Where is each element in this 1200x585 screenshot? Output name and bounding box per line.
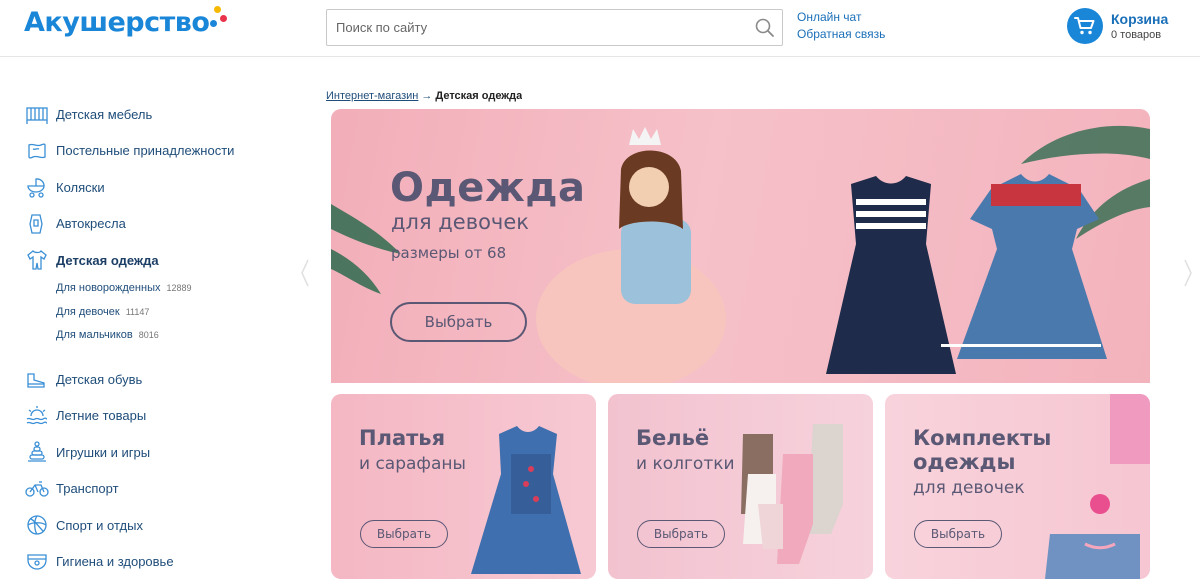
search-icon[interactable] [753, 16, 777, 40]
subcategory-label: Для девочек [56, 305, 120, 318]
card-title: Платья и сарафаны [359, 426, 466, 477]
card-title-text: Бельё [636, 426, 710, 450]
hero-banner[interactable]: Одежда для девочек размеры от 68 Выбрать [331, 109, 1150, 383]
summer-icon [24, 403, 50, 429]
sidebar-item-label: Транспорт [56, 481, 119, 497]
sidebar-item-transport[interactable]: Транспорт [24, 471, 294, 508]
sidebar-item-label: Коляски [56, 179, 105, 195]
slider-prev-arrow-icon[interactable] [300, 258, 310, 288]
hero-subtitle: для девочек [391, 210, 529, 234]
hero-sizes: размеры от 68 [391, 244, 507, 262]
card-choose-button[interactable]: Выбрать [637, 520, 725, 548]
sidebar-item-strollers[interactable]: Коляски [24, 169, 294, 206]
crib-icon [24, 101, 50, 127]
subcategory-count: 11147 [125, 306, 150, 317]
stroller-icon [24, 174, 50, 200]
sidebar-item-label: Детская одежда [56, 252, 159, 268]
sidebar-item-label: Игрушки и игры [56, 444, 151, 460]
subcategory-newborns[interactable]: Для новорожденных 12889 [56, 277, 294, 301]
bedding-icon [24, 138, 50, 164]
sidebar-item-label: Гигиена и здоровье [56, 554, 174, 570]
dress-illustration [471, 426, 581, 574]
diaper-icon [24, 549, 50, 575]
sidebar-item-label: Автокресла [56, 216, 126, 232]
category-sidebar: Детская мебель Постельные принадлежности… [24, 96, 294, 580]
card-title: Бельё и колготки [636, 426, 735, 477]
logo-text: Акушерство [24, 7, 210, 38]
breadcrumb: Интернет-магазин → Детская одежда [326, 90, 522, 102]
sidebar-item-label: Спорт и отдых [56, 517, 143, 533]
subcategory-label: Для мальчиков [56, 329, 133, 342]
bicycle-icon [24, 476, 50, 502]
subcategory-list: Для новорожденных 12889 Для девочек 1114… [24, 277, 294, 348]
card-choose-button[interactable]: Выбрать [914, 520, 1002, 548]
header-links: Онлайн чат Обратная связь [797, 9, 885, 43]
sidebar-item-label: Детская обувь [56, 371, 143, 387]
card-subtitle: для девочек [913, 478, 1025, 498]
online-chat-link[interactable]: Онлайн чат [797, 9, 885, 26]
site-header: Акушерство Онлайн чат Обратная связь Кор… [0, 0, 1200, 57]
feedback-link[interactable]: Обратная связь [797, 26, 885, 43]
sidebar-item-toys[interactable]: Игрушки и игры [24, 434, 294, 471]
card-title-text: Комплекты одежды [913, 426, 1052, 474]
slider-next-arrow-icon[interactable] [1183, 258, 1193, 288]
sidebar-item-kids-clothes[interactable]: Детская одежда [24, 242, 294, 279]
subcategory-count: 12889 [166, 283, 192, 294]
card-subtitle: и сарафаны [359, 454, 466, 474]
hero-title: Одежда [390, 165, 586, 211]
cart-icon [1067, 8, 1103, 44]
card-choose-button[interactable]: Выбрать [360, 520, 448, 548]
sidebar-item-label: Летние товары [56, 408, 147, 424]
sidebar-item-furniture[interactable]: Детская мебель [24, 96, 294, 133]
ball-icon [24, 512, 50, 538]
tights-illustration [741, 424, 843, 564]
category-card-sets[interactable]: Комплекты одежды для девочек Выбрать [885, 394, 1150, 579]
card-title-text: Платья [359, 426, 446, 450]
search-input[interactable] [327, 10, 737, 45]
sidebar-item-bedding[interactable]: Постельные принадлежности [24, 133, 294, 170]
subcategory-label: Для новорожденных [56, 282, 161, 295]
sidebar-item-shoes[interactable]: Детская обувь [24, 361, 294, 398]
car-seat-icon [24, 211, 50, 237]
card-title: Комплекты одежды для девочек [913, 426, 1083, 501]
sidebar-item-hygiene[interactable]: Гигиена и здоровье [24, 544, 294, 581]
subcategory-boys[interactable]: Для мальчиков 8016 [56, 324, 294, 348]
subcategory-girls[interactable]: Для девочек 11147 [56, 300, 294, 324]
cart-button[interactable]: Корзина 0 товаров [1067, 8, 1168, 44]
breadcrumb-separator: → [421, 90, 433, 102]
baby-clothes-icon [24, 247, 50, 273]
cart-count: 0 товаров [1111, 29, 1162, 41]
sidebar-item-label: Постельные принадлежности [56, 143, 235, 159]
sidebar-item-sport[interactable]: Спорт и отдых [24, 507, 294, 544]
sidebar-item-summer[interactable]: Летние товары [24, 398, 294, 435]
search-box [326, 9, 783, 46]
category-card-dresses[interactable]: Платья и сарафаны Выбрать [331, 394, 596, 579]
logo-dots-icon [210, 4, 230, 34]
sidebar-item-label: Детская мебель [56, 106, 153, 122]
hero-choose-button[interactable]: Выбрать [390, 302, 527, 342]
site-logo[interactable]: Акушерство [24, 4, 230, 44]
breadcrumb-current: Детская одежда [435, 90, 523, 102]
category-card-underwear[interactable]: Бельё и колготки Выбрать [608, 394, 873, 579]
breadcrumb-root-link[interactable]: Интернет-магазин [326, 90, 418, 102]
subcategory-count: 8016 [138, 330, 159, 341]
cart-title: Корзина [1111, 11, 1169, 27]
card-subtitle: и колготки [636, 454, 735, 474]
pyramid-toy-icon [24, 439, 50, 465]
sidebar-item-car-seats[interactable]: Автокресла [24, 206, 294, 243]
shoe-icon [24, 366, 50, 392]
